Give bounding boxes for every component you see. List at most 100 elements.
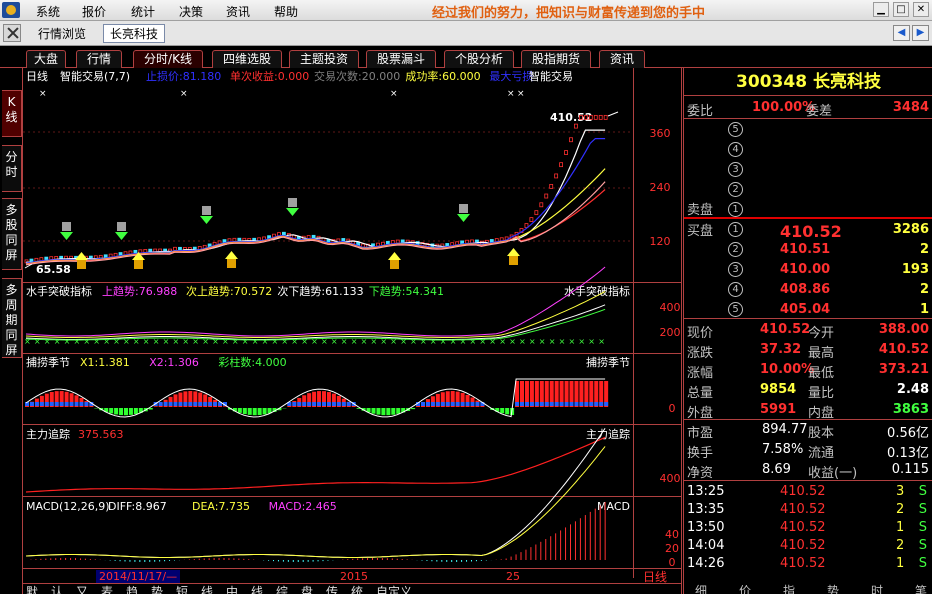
weicha-value: 3484 bbox=[892, 100, 929, 115]
candle bbox=[559, 162, 563, 168]
vtab-multi-period[interactable]: 多周期同屏 bbox=[2, 278, 22, 358]
indicator-tab[interactable]: 麦 bbox=[101, 583, 113, 594]
fundamental-label: 流通 bbox=[808, 446, 835, 461]
candle bbox=[138, 249, 143, 254]
buy-level: 3 bbox=[728, 262, 743, 277]
minimize-icon[interactable]: ▁ bbox=[873, 2, 889, 17]
nav-next-icon[interactable]: ▶ bbox=[912, 25, 929, 41]
indicator-tab[interactable]: 默 bbox=[26, 583, 38, 594]
tick-volume: 1 bbox=[896, 556, 905, 571]
tools-icon[interactable] bbox=[3, 24, 21, 42]
kline-chart[interactable]: 日线 智能交易(7,7) 止损价:81.180 单次收益:0.000 交易次数:20… bbox=[22, 68, 682, 594]
p3-bar-base bbox=[158, 402, 163, 406]
quote-tab[interactable]: 价 bbox=[739, 582, 751, 594]
quote-tab[interactable]: 细 bbox=[695, 582, 707, 594]
close-icon[interactable]: ✕ bbox=[913, 2, 929, 17]
tick-side: S bbox=[918, 556, 927, 571]
p3-bar-base bbox=[564, 402, 569, 406]
p2-cross: × bbox=[34, 337, 41, 346]
tab-stock-funnel[interactable]: 股票漏斗 bbox=[366, 50, 436, 68]
quote-tab[interactable]: 势 bbox=[827, 582, 839, 594]
nav-prev-icon[interactable]: ◀ bbox=[893, 25, 910, 41]
menu-help[interactable]: 帮助 bbox=[274, 3, 298, 20]
indicator-tab[interactable]: 又 bbox=[76, 583, 88, 594]
period-label[interactable]: 日线 bbox=[643, 570, 667, 584]
tab-market[interactable]: 大盘 bbox=[26, 50, 66, 68]
vtab-multi-stock[interactable]: 多股同屏 bbox=[2, 198, 22, 270]
p3-bar-base bbox=[520, 402, 524, 406]
quote-tab[interactable]: 笔 bbox=[915, 582, 927, 594]
indicator-tab[interactable]: 短 bbox=[176, 583, 188, 594]
p3-bar-base bbox=[470, 402, 475, 406]
tab-info[interactable]: 资讯 bbox=[599, 50, 645, 68]
indicator-tab[interactable]: 综 bbox=[276, 583, 288, 594]
stat-value: 410.52 bbox=[878, 342, 929, 357]
p2-cross: × bbox=[489, 337, 496, 346]
menu-stats[interactable]: 统计 bbox=[131, 3, 155, 20]
vtab-kline[interactable]: K线 bbox=[2, 90, 22, 137]
p2-cross: × bbox=[54, 337, 61, 346]
buy-level: 1 bbox=[728, 222, 743, 237]
menu-decision[interactable]: 决策 bbox=[179, 3, 203, 20]
p3-bar-base bbox=[178, 402, 183, 406]
indicator-tab[interactable]: 势 bbox=[151, 583, 163, 594]
p2-cross: × bbox=[440, 337, 447, 346]
indicator-param: 最大亏损 bbox=[489, 69, 533, 83]
tab-stock-analysis[interactable]: 个股分析 bbox=[444, 50, 514, 68]
buy-signal-box bbox=[227, 259, 236, 268]
tab-kline[interactable]: 分时/K线 bbox=[133, 50, 203, 68]
p2-cross: × bbox=[470, 337, 477, 346]
tab-stock-changliang[interactable]: 长亮科技 bbox=[103, 24, 166, 43]
p3-bar bbox=[500, 408, 505, 414]
p3-bar-base bbox=[208, 402, 213, 406]
candle bbox=[341, 238, 346, 242]
tab-quotes[interactable]: 行情 bbox=[76, 50, 122, 68]
indicator-tab[interactable]: 线 bbox=[251, 583, 263, 594]
indicator-tab[interactable]: 统 bbox=[351, 583, 363, 594]
p2-cross: × bbox=[133, 337, 140, 346]
menu-news[interactable]: 资讯 bbox=[226, 3, 250, 20]
tab-theme-invest[interactable]: 主题投资 bbox=[289, 50, 359, 68]
candle bbox=[579, 114, 583, 120]
p2-cross: × bbox=[361, 337, 368, 346]
p3-bar bbox=[257, 408, 262, 416]
p2-cross: × bbox=[588, 337, 595, 346]
indicator-tab[interactable]: 认 bbox=[51, 583, 63, 594]
indicator-tab[interactable]: 中 bbox=[226, 583, 238, 594]
tab-4d-select[interactable]: 四维选股 bbox=[212, 50, 282, 68]
quote-tab[interactable]: 时 bbox=[871, 582, 883, 594]
menu-system[interactable]: 系统 bbox=[36, 3, 60, 20]
buy-row: 5 405.04 1 bbox=[684, 300, 932, 320]
p2-cross: × bbox=[569, 337, 576, 346]
indicator-param: 上趋势:76.988 bbox=[102, 285, 177, 298]
quote-tab[interactable]: 指 bbox=[783, 582, 795, 594]
tick-row: 13:25 410.52 3 S bbox=[684, 482, 932, 502]
menu-quote[interactable]: 报价 bbox=[82, 3, 106, 20]
maximize-icon[interactable]: □ bbox=[893, 2, 909, 17]
tab-market-browse[interactable]: 行情浏览 bbox=[31, 24, 93, 43]
p3-bar-base bbox=[524, 402, 529, 406]
indicator-tab[interactable]: 盘 bbox=[301, 583, 313, 594]
stat-label: 今开 bbox=[808, 326, 835, 341]
p3-bar-base bbox=[74, 402, 79, 406]
p2-cross: × bbox=[182, 337, 189, 346]
p3-bar bbox=[371, 408, 376, 414]
p3-bar-base bbox=[39, 402, 44, 406]
buy-price: 408.86 bbox=[780, 282, 831, 297]
candle bbox=[598, 114, 603, 120]
vtab-timeshare[interactable]: 分时 bbox=[2, 145, 22, 192]
x-label-date: 2014/11/17/— bbox=[99, 570, 177, 583]
tab-index-futures[interactable]: 股指期货 bbox=[521, 50, 591, 68]
indicator-tab[interactable]: 线 bbox=[201, 583, 213, 594]
indicator-param: DEA:7.735 bbox=[192, 500, 250, 513]
indicator-tab[interactable]: 自定义 bbox=[376, 583, 412, 594]
p2-cross: × bbox=[173, 337, 180, 346]
p4-title: 主力追踪 bbox=[26, 427, 70, 441]
sell-signal-box bbox=[117, 222, 126, 231]
stat-value: 37.32 bbox=[760, 342, 802, 357]
p3-bar-base bbox=[515, 402, 520, 406]
stat-label: 总量 bbox=[687, 386, 714, 401]
indicator-tab[interactable]: 趋 bbox=[126, 583, 138, 594]
indicator-tab[interactable]: 传 bbox=[326, 583, 338, 594]
fundamental-row: 净资 8.69 收益(一) 0.115 bbox=[684, 460, 932, 481]
